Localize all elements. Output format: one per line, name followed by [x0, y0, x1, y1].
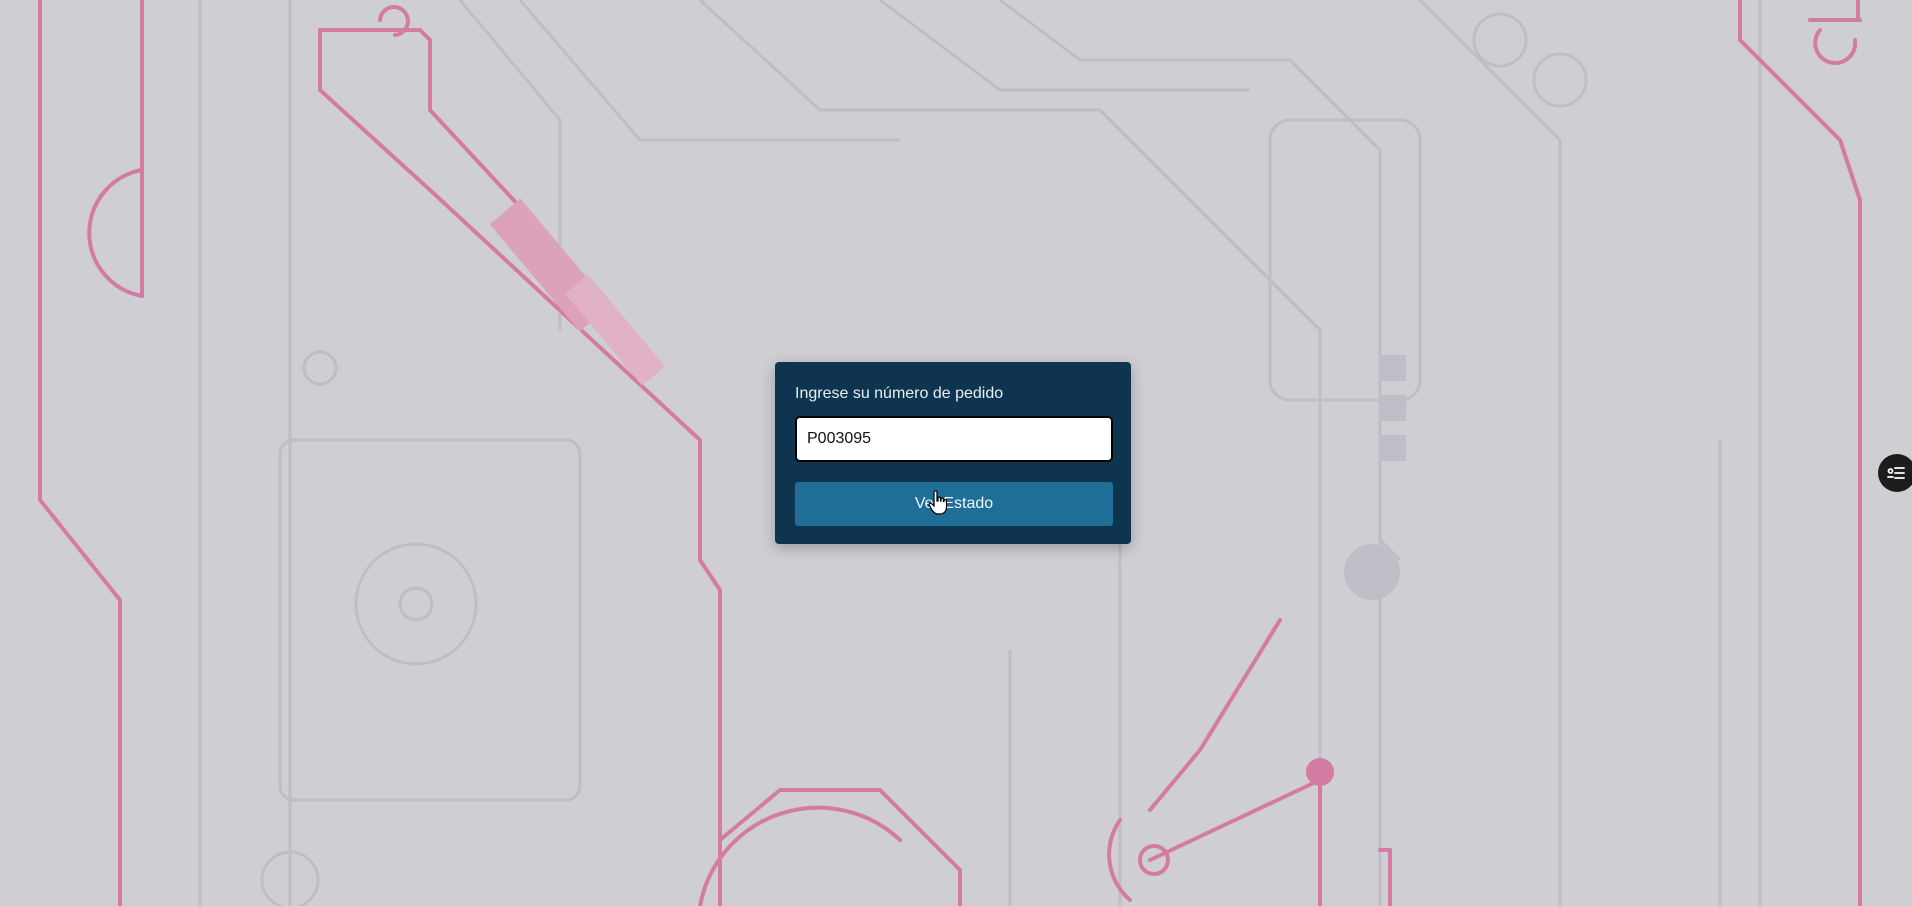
- list-settings-icon: [1887, 467, 1905, 479]
- page: Ingrese su número de pedido Ver Estado: [0, 0, 1912, 906]
- order-number-input[interactable]: [795, 416, 1113, 462]
- view-status-button[interactable]: Ver Estado: [795, 482, 1113, 526]
- hand-cursor-icon: [928, 490, 948, 515]
- side-panel-toggle[interactable]: [1878, 454, 1912, 492]
- order-number-label: Ingrese su número de pedido: [795, 385, 1004, 402]
- order-lookup-card: Ingrese su número de pedido Ver Estado: [775, 362, 1131, 544]
